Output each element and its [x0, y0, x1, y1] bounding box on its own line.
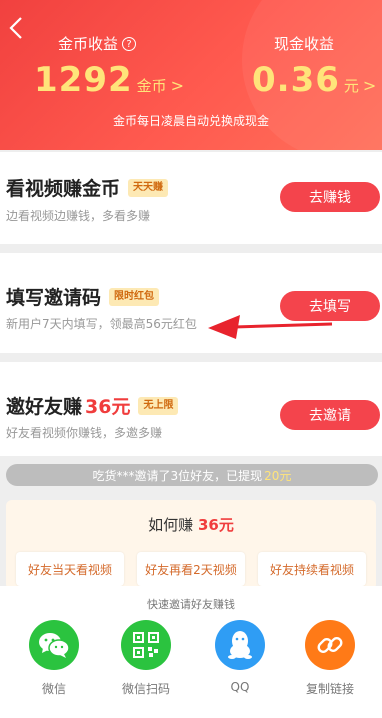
step-item: 好友持续看视频: [258, 552, 366, 586]
gold-unit: 金币: [136, 77, 167, 95]
share-copy-link-button[interactable]: 复制链接: [290, 620, 370, 697]
gold-earnings-label: 金币收益 ?: [58, 33, 137, 54]
card-title-text: 填写邀请码: [6, 287, 102, 309]
qq-icon: [215, 620, 265, 670]
how-to-earn-panel: 如何赚 36元 好友当天看视频 好友再看2天视频 好友持续看视频: [6, 500, 376, 590]
share-label: QQ: [230, 680, 250, 694]
invite-status-bar: 吃货***邀请了3位好友，已提现 20元: [6, 464, 378, 486]
back-arrow-icon[interactable]: [6, 14, 26, 42]
share-qq-button[interactable]: QQ: [200, 620, 280, 694]
how-to-earn-title: 如何赚 36元: [6, 514, 376, 535]
cash-value: 0.36: [252, 60, 340, 100]
share-wechat-button[interactable]: 微信: [14, 620, 94, 697]
tag-badge: 限时红包: [109, 287, 160, 306]
cash-unit: 元: [343, 77, 359, 95]
invite-code-card: 填写邀请码 限时红包 新用户7天内填写，领最高56元红包 去填写: [0, 253, 382, 353]
gold-balance[interactable]: 1292 金币 >: [34, 60, 184, 100]
cash-earnings-label: 现金收益: [274, 33, 334, 54]
card-title-text: 看视频赚金币: [6, 178, 121, 200]
gold-earnings-text: 金币收益: [58, 35, 119, 53]
tag-badge: 天天赚: [128, 178, 169, 197]
card-title: 邀好友赚 36元 无上限: [6, 392, 179, 419]
share-label: 复制链接: [305, 682, 354, 696]
share-panel: 快速邀请好友赚钱 微信 微信扫码 QQ 复制链接: [0, 586, 382, 718]
how-to-earn-text: 如何赚: [148, 516, 194, 534]
gold-value: 1292: [34, 60, 133, 100]
exchange-note: 金币每日凌晨自动兑换成现金: [112, 114, 269, 128]
card-subtitle: 新用户7天内填写，领最高56元红包: [6, 317, 197, 331]
card-title-text: 邀好友赚: [6, 396, 83, 418]
withdrawn-amount: 20元: [264, 468, 292, 483]
card-title: 看视频赚金币 天天赚: [6, 174, 169, 201]
chevron-right-icon: >: [362, 76, 377, 95]
share-label: 微信: [41, 682, 66, 696]
share-qr-button[interactable]: 微信扫码: [106, 620, 186, 697]
chevron-right-icon: >: [170, 76, 185, 95]
earn-button[interactable]: 去赚钱: [280, 182, 380, 212]
red-arrow-annotation: [208, 315, 333, 339]
how-to-earn-amount: 36元: [197, 516, 234, 534]
tag-badge: 无上限: [138, 396, 179, 415]
card-subtitle: 好友看视频你赚钱，多邀多赚: [6, 426, 163, 440]
help-icon[interactable]: ?: [122, 36, 137, 51]
card-subtitle: 边看视频边赚钱，多看多赚: [6, 209, 151, 223]
reward-amount: 36元: [85, 396, 131, 418]
invite-friends-card: 邀好友赚 36元 无上限 好友看视频你赚钱，多邀多赚 去邀请: [0, 362, 382, 456]
share-title: 快速邀请好友赚钱: [147, 598, 235, 611]
step-item: 好友再看2天视频: [137, 552, 245, 586]
cash-earnings-text: 现金收益: [274, 35, 335, 53]
cash-balance[interactable]: 0.36 元 >: [252, 60, 376, 100]
invite-status-text: 吃货***邀请了3位好友，已提现: [92, 468, 263, 483]
watch-video-card: 看视频赚金币 天天赚 边看视频边赚钱，多看多赚 去赚钱: [0, 152, 382, 244]
invite-button[interactable]: 去邀请: [280, 400, 380, 430]
qr-code-icon: [121, 620, 171, 670]
step-item: 好友当天看视频: [16, 552, 124, 586]
earnings-header: 金币收益 ? 现金收益 1292 金币 > 0.36 元 > 金币每日凌晨自动兑…: [0, 0, 382, 150]
share-label: 微信扫码: [121, 682, 170, 696]
card-title: 填写邀请码 限时红包: [6, 283, 160, 310]
link-icon: [305, 620, 355, 670]
wechat-icon: [29, 620, 79, 670]
